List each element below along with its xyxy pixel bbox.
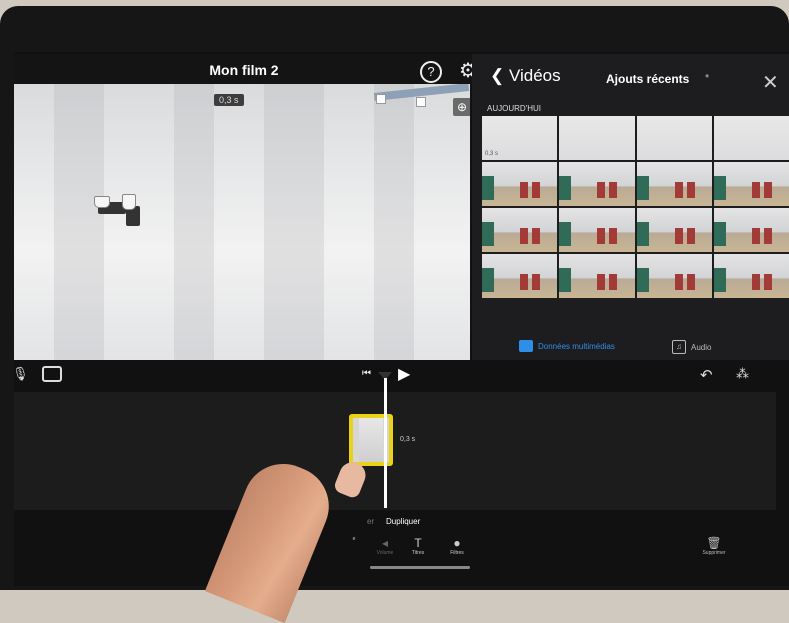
video-thumbnail[interactable] xyxy=(713,162,789,206)
microphone-icon[interactable]: 🎙 xyxy=(12,366,29,382)
cup-object xyxy=(122,194,136,210)
zoom-icon[interactable]: ⊕ xyxy=(453,98,470,116)
action-partial[interactable]: er xyxy=(367,517,374,526)
video-thumbnail[interactable] xyxy=(713,116,789,160)
video-viewer[interactable]: 0,3 s ⊕ xyxy=(14,84,470,360)
album-dot: • xyxy=(705,69,710,83)
video-thumbnail[interactable] xyxy=(482,162,558,206)
project-title: Mon film 2 xyxy=(209,62,279,78)
video-thumbnail[interactable] xyxy=(636,254,712,298)
playhead[interactable] xyxy=(384,378,387,508)
video-thumbnail[interactable] xyxy=(713,208,789,252)
section-header: AUJOURD'HUI xyxy=(487,104,541,113)
video-thumbnail[interactable] xyxy=(559,208,635,252)
tab-audio[interactable]: ♫ Audio xyxy=(672,340,711,354)
video-thumbnail[interactable] xyxy=(559,116,635,160)
tool-first[interactable]: e xyxy=(340,536,368,542)
toy-piece xyxy=(416,97,426,107)
tab-audio-label: Audio xyxy=(691,342,712,352)
video-thumbnail[interactable]: 0,3 s xyxy=(482,116,558,160)
tool-label: Volume xyxy=(376,550,394,556)
toy-piece xyxy=(376,94,386,104)
help-icon[interactable]: ? xyxy=(420,61,442,83)
close-icon[interactable]: ✕ xyxy=(762,70,779,95)
video-thumbnail[interactable] xyxy=(636,208,712,252)
duplicate-button[interactable]: Dupliquer xyxy=(386,517,420,526)
tool-label: Titres xyxy=(411,550,425,556)
media-browser: ❮ Vidéos Ajouts récents • ✕ AUJOURD'HUI … xyxy=(472,54,789,360)
video-thumbnail[interactable] xyxy=(482,254,558,298)
media-icon xyxy=(519,340,533,352)
album-title: Ajouts récents xyxy=(606,72,690,86)
trash-icon: 🗑 xyxy=(706,536,722,550)
video-thumbnail[interactable] xyxy=(482,208,558,252)
skip-to-start-icon[interactable]: ⏮ xyxy=(362,368,371,379)
cup-object xyxy=(94,196,110,208)
tab-media-label: Données multimédias xyxy=(538,341,615,351)
thumbnail-grid: 0,3 s xyxy=(482,116,789,356)
tab-media[interactable]: Données multimédias xyxy=(519,340,615,352)
thumbnail-duration: 0,3 s xyxy=(485,151,499,157)
home-indicator xyxy=(370,566,470,569)
tool-label: e xyxy=(352,536,356,542)
undo-icon[interactable]: ↶ xyxy=(700,366,713,384)
speaker-icon: ◂ xyxy=(381,536,389,550)
delete-label: Supprimer xyxy=(702,550,726,556)
text-icon: T xyxy=(414,536,422,550)
waveform-icon[interactable]: ⁂ xyxy=(736,366,749,382)
video-thumbnail[interactable] xyxy=(713,254,789,298)
filters-button[interactable]: ● Filtres xyxy=(443,536,471,556)
project-header: Mon film 2 ? ⚙ xyxy=(14,54,477,88)
play-icon[interactable]: ▶ xyxy=(398,364,410,384)
filter-icon: ● xyxy=(453,536,461,550)
video-thumbnail[interactable] xyxy=(559,162,635,206)
tool-label: Filtres xyxy=(450,550,464,556)
video-thumbnail[interactable] xyxy=(559,254,635,298)
timeline[interactable] xyxy=(14,392,776,510)
back-to-videos-button[interactable]: ❮ Vidéos xyxy=(490,66,561,86)
music-note-icon: ♫ xyxy=(672,340,686,354)
titles-button[interactable]: T Titres xyxy=(404,536,432,556)
video-thumbnail[interactable] xyxy=(636,116,712,160)
camera-icon[interactable] xyxy=(42,366,62,382)
delete-button[interactable]: 🗑 Supprimer xyxy=(696,536,732,556)
clip-duration: 0,3 s xyxy=(400,436,416,443)
video-thumbnail[interactable] xyxy=(636,162,712,206)
volume-button[interactable]: ◂ Volume xyxy=(371,536,399,556)
duration-badge: 0,3 s xyxy=(214,94,244,106)
